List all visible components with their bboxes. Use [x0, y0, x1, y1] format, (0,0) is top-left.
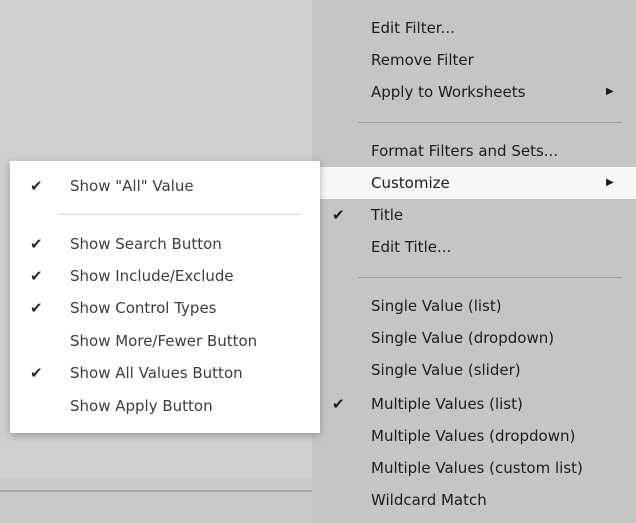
submenu-item-show-control-types[interactable]: ✔ Show Control Types: [10, 292, 320, 324]
submenu-item-label: Show Search Button: [70, 235, 222, 253]
submenu-item-label: Show Include/Exclude: [70, 267, 234, 285]
checkmark-icon: ✔: [30, 235, 43, 253]
menu-item-label: Customize: [371, 174, 450, 192]
submenu-item-show-all-value[interactable]: ✔ Show "All" Value: [10, 170, 320, 202]
customize-submenu: ✔ Show "All" Value ✔ Show Search Button …: [10, 161, 320, 433]
submenu-item-label: Show More/Fewer Button: [70, 332, 258, 350]
menu-item-label: Format Filters and Sets...: [371, 142, 559, 160]
menu-item-multiple-values-custom-list[interactable]: Multiple Values (custom list): [312, 452, 636, 484]
menu-item-label: Multiple Values (dropdown): [371, 427, 576, 445]
menu-item-single-value-slider[interactable]: Single Value (slider): [312, 354, 636, 386]
menu-item-edit-filter[interactable]: Edit Filter...: [312, 12, 636, 44]
checkmark-icon: ✔: [332, 206, 345, 224]
menu-item-label: Remove Filter: [371, 51, 474, 69]
submenu-item-label: Show "All" Value: [70, 177, 194, 195]
checkmark-icon: ✔: [30, 177, 43, 195]
menu-item-single-value-dropdown[interactable]: Single Value (dropdown): [312, 322, 636, 354]
submenu-item-show-apply-button[interactable]: Show Apply Button: [10, 390, 320, 422]
menu-item-label: Wildcard Match: [371, 491, 487, 509]
checkmark-icon: ✔: [30, 299, 43, 317]
menu-item-label: Apply to Worksheets: [371, 83, 526, 101]
submenu-item-show-more-fewer-button[interactable]: Show More/Fewer Button: [10, 325, 320, 357]
worksheet-scroll-area: [0, 478, 312, 523]
submenu-item-label: Show Apply Button: [70, 397, 213, 415]
submenu-separator: [58, 214, 301, 215]
menu-item-title[interactable]: ✔ Title: [312, 199, 636, 231]
menu-item-remove-filter[interactable]: Remove Filter: [312, 44, 636, 76]
submenu-arrow-icon: ▶: [606, 86, 614, 97]
menu-item-multiple-values-dropdown[interactable]: Multiple Values (dropdown): [312, 420, 636, 452]
menu-item-label: Edit Filter...: [371, 19, 455, 37]
filter-context-menu: Edit Filter... Remove Filter Apply to Wo…: [312, 0, 636, 523]
checkmark-icon: ✔: [30, 364, 43, 382]
menu-item-label: Title: [371, 206, 404, 224]
submenu-item-label: Show All Values Button: [70, 364, 243, 382]
menu-item-multiple-values-list[interactable]: ✔ Multiple Values (list): [312, 388, 636, 420]
menu-item-label: Multiple Values (list): [371, 395, 523, 413]
menu-item-customize[interactable]: Customize ▶: [312, 167, 636, 199]
menu-separator: [358, 277, 622, 278]
menu-item-label: Single Value (slider): [371, 361, 521, 379]
menu-item-label: Single Value (dropdown): [371, 329, 555, 347]
submenu-item-label: Show Control Types: [70, 299, 217, 317]
checkmark-icon: ✔: [30, 267, 43, 285]
submenu-item-show-search-button[interactable]: ✔ Show Search Button: [10, 228, 320, 260]
submenu-item-show-include-exclude[interactable]: ✔ Show Include/Exclude: [10, 260, 320, 292]
checkmark-icon: ✔: [332, 395, 345, 413]
horizontal-divider: [0, 490, 312, 492]
menu-separator: [358, 122, 622, 123]
menu-item-wildcard-match[interactable]: Wildcard Match: [312, 484, 636, 516]
menu-item-label: Multiple Values (custom list): [371, 459, 583, 477]
menu-item-label: Edit Title...: [371, 238, 452, 256]
submenu-item-show-all-values-button[interactable]: ✔ Show All Values Button: [10, 357, 320, 389]
menu-item-edit-title[interactable]: Edit Title...: [312, 231, 636, 263]
menu-item-single-value-list[interactable]: Single Value (list): [312, 290, 636, 322]
submenu-arrow-icon: ▶: [606, 177, 614, 188]
menu-item-apply-to-worksheets[interactable]: Apply to Worksheets ▶: [312, 76, 636, 108]
menu-item-label: Single Value (list): [371, 297, 502, 315]
menu-item-format-filters-and-sets[interactable]: Format Filters and Sets...: [312, 135, 636, 167]
